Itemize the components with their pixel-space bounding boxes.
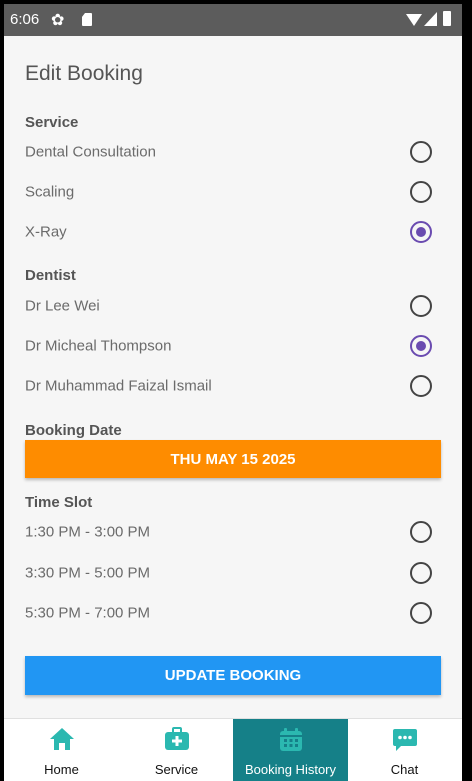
booking-date-button[interactable]: THU MAY 15 2025 — [25, 440, 441, 478]
nav-label: Booking History — [244, 762, 337, 777]
sd-card-icon — [82, 13, 92, 26]
calendar-icon — [279, 728, 302, 751]
radio-button[interactable] — [410, 295, 432, 317]
nav-item-service[interactable]: Service — [119, 719, 234, 781]
service-section-label: Service — [25, 114, 79, 131]
dentist-section-label: Dentist — [25, 267, 76, 284]
service-option-x-ray[interactable]: X-Ray — [4, 212, 462, 252]
settings-gear-icon: ✿ — [51, 12, 65, 29]
nav-item-chat[interactable]: Chat — [347, 719, 462, 781]
radio-button-selected[interactable] — [410, 335, 432, 357]
nav-label: Home — [44, 762, 79, 777]
status-bar: 6:06 ✿ — [4, 4, 462, 36]
nav-item-booking-history[interactable]: Booking History — [233, 719, 348, 781]
nav-item-home[interactable]: Home — [4, 719, 119, 781]
radio-button[interactable] — [410, 141, 432, 163]
time-slot-option-label: 3:30 PM - 5:00 PM — [25, 564, 151, 582]
radio-button[interactable] — [410, 521, 432, 543]
service-option-label: X-Ray — [25, 223, 67, 241]
service-option-label: Scaling — [25, 183, 75, 201]
time-slot-option-2[interactable]: 3:30 PM - 5:00 PM — [4, 553, 462, 593]
time-slot-option-label: 5:30 PM - 7:00 PM — [25, 604, 151, 622]
time-slot-option-3[interactable]: 5:30 PM - 7:00 PM — [4, 593, 462, 633]
dentist-option-label: Dr Lee Wei — [25, 297, 100, 315]
battery-icon — [443, 11, 451, 26]
dentist-option-muhammad-faizal-ismail[interactable]: Dr Muhammad Faizal Ismail — [4, 366, 462, 406]
home-icon — [49, 728, 74, 750]
status-time: 6:06 — [10, 11, 40, 28]
dentist-option-label: Dr Muhammad Faizal Ismail — [25, 377, 212, 395]
nav-label: Chat — [390, 762, 419, 777]
radio-button-selected[interactable] — [410, 221, 432, 243]
medical-kit-icon — [164, 727, 189, 750]
update-booking-button[interactable]: UPDATE BOOKING — [25, 656, 441, 695]
time-slot-section-label: Time Slot — [25, 494, 93, 511]
nav-label: Service — [154, 762, 199, 777]
wifi-icon — [406, 14, 422, 26]
service-option-dental-consultation[interactable]: Dental Consultation — [4, 132, 462, 172]
time-slot-option-1[interactable]: 1:30 PM - 3:00 PM — [4, 512, 462, 552]
time-slot-option-label: 1:30 PM - 3:00 PM — [25, 523, 151, 541]
signal-icon — [424, 12, 437, 26]
chat-icon — [392, 729, 417, 751]
radio-button[interactable] — [410, 181, 432, 203]
app-screen: 6:06 ✿ Edit Booking Service Dental Consu… — [4, 4, 462, 781]
radio-button[interactable] — [410, 562, 432, 584]
booking-date-section-label: Booking Date — [25, 422, 122, 439]
service-option-label: Dental Consultation — [25, 143, 156, 161]
dentist-option-lee-wei[interactable]: Dr Lee Wei — [4, 286, 462, 326]
dentist-option-label: Dr Micheal Thompson — [25, 337, 172, 355]
service-option-scaling[interactable]: Scaling — [4, 172, 462, 212]
radio-button[interactable] — [410, 602, 432, 624]
page-title: Edit Booking — [25, 62, 143, 85]
dentist-option-micheal-thompson[interactable]: Dr Micheal Thompson — [4, 326, 462, 366]
bottom-navigation: Home Service Booking History Chat — [4, 718, 462, 781]
radio-button[interactable] — [410, 375, 432, 397]
